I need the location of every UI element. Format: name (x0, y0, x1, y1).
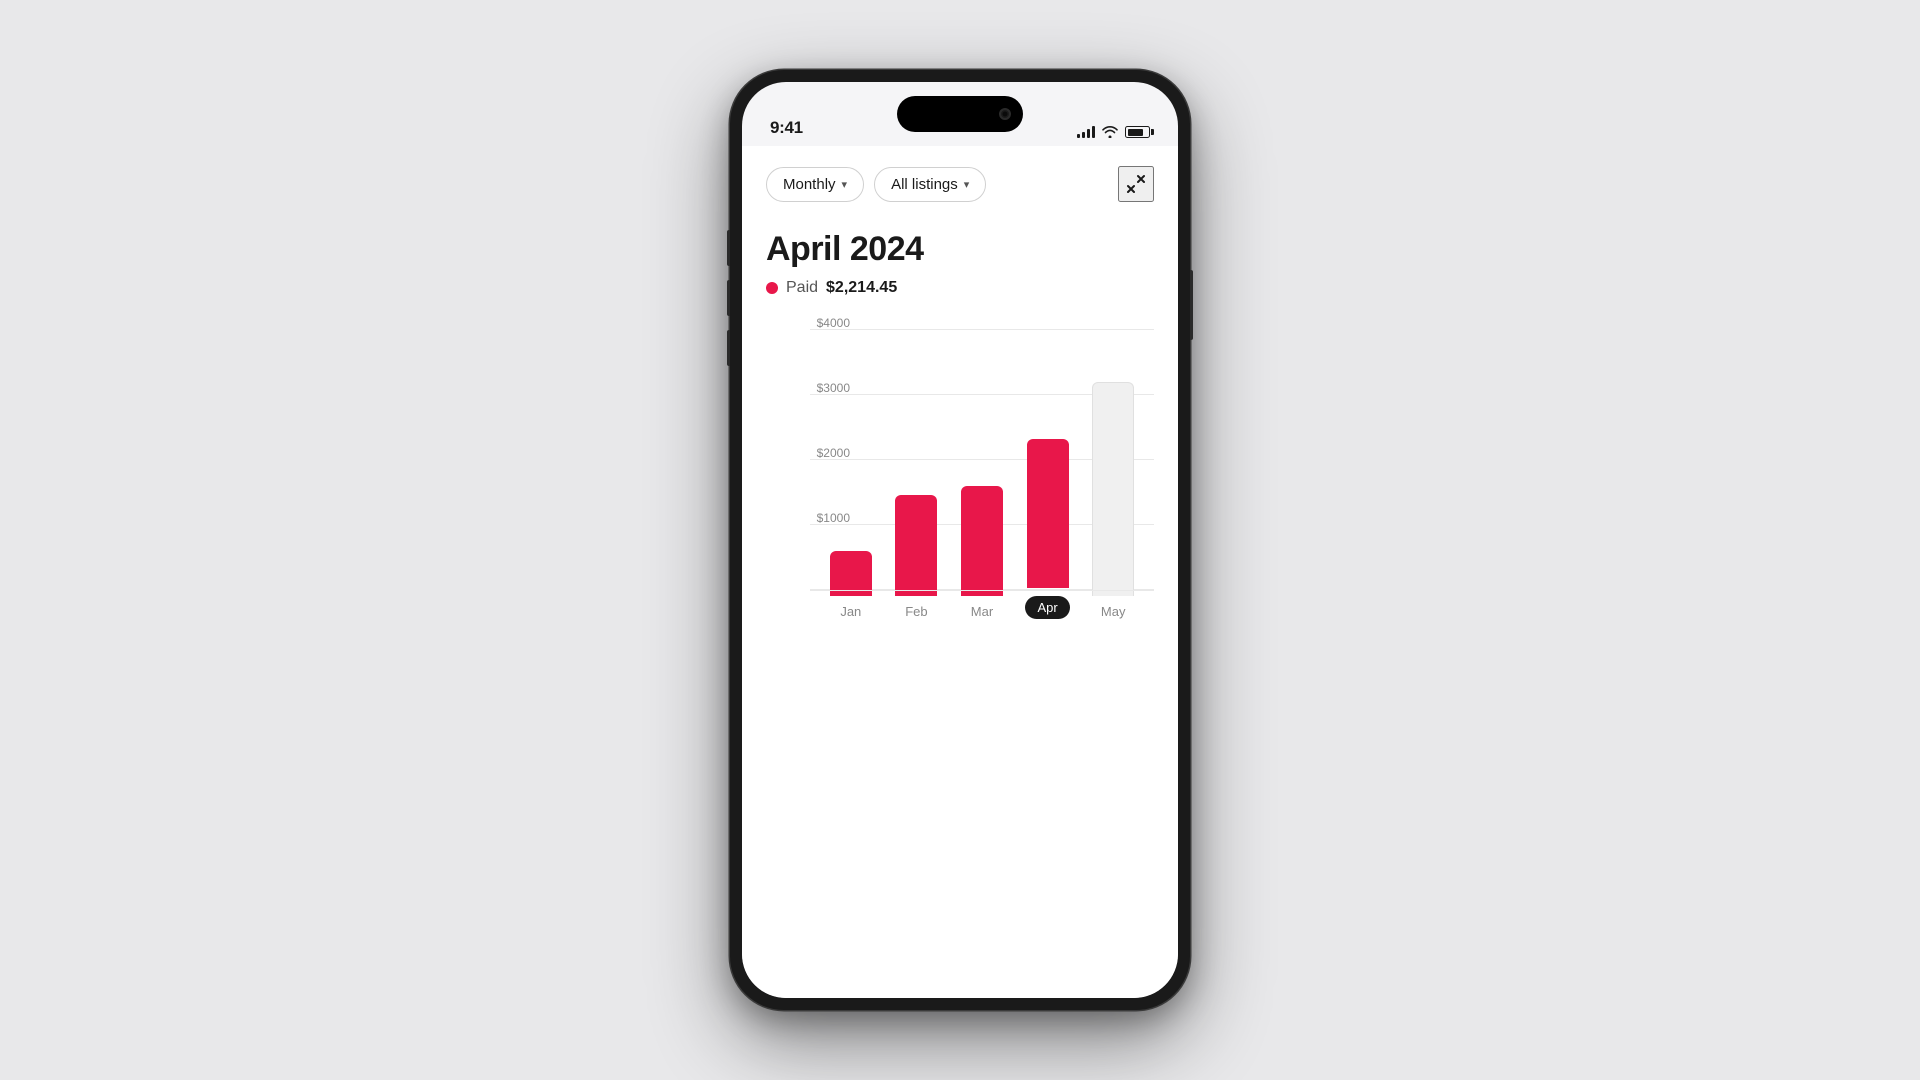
listings-filter-button[interactable]: All listings ▾ (874, 167, 986, 202)
paid-label: Paid (786, 279, 818, 297)
paid-dot (766, 282, 778, 294)
bar-group-apr: Apr (1015, 439, 1081, 620)
bar-may[interactable] (1092, 382, 1134, 597)
bar-mar[interactable] (961, 486, 1003, 597)
grid-line-4000: $4000 (810, 329, 1154, 330)
status-icons (1077, 126, 1150, 138)
chart-grid: $4000 $3000 $2000 $1000 $0 (766, 329, 1154, 619)
bar-apr[interactable] (1027, 439, 1069, 589)
collapse-icon (1126, 174, 1146, 194)
listings-chevron-icon: ▾ (964, 178, 970, 191)
paid-amount: $2,214.45 (826, 279, 897, 297)
bar-label-jan: Jan (840, 604, 861, 619)
dynamic-island (897, 96, 1023, 132)
battery-icon (1125, 126, 1150, 138)
signal-icon (1077, 126, 1095, 138)
collapse-button[interactable] (1118, 166, 1154, 202)
bar-group-feb: Feb (884, 495, 950, 619)
bars-container: Jan Feb Mar (810, 359, 1154, 619)
filter-buttons: Monthly ▾ All listings ▾ (766, 167, 986, 202)
bar-label-mar: Mar (971, 604, 993, 619)
front-camera (999, 108, 1011, 120)
x-axis (810, 590, 1154, 591)
bar-label-may: May (1101, 604, 1126, 619)
content-area: Monthly ▾ All listings ▾ April 2024 (742, 146, 1178, 998)
paid-row: Paid $2,214.45 (766, 279, 1154, 297)
period-chevron-icon: ▾ (842, 178, 848, 191)
filter-row: Monthly ▾ All listings ▾ (766, 166, 1154, 202)
month-title: April 2024 (766, 230, 1154, 269)
bar-group-may: May (1080, 382, 1146, 620)
status-time: 9:41 (770, 118, 803, 138)
phone-screen: 9:41 (742, 82, 1178, 998)
listings-filter-label: All listings (891, 176, 958, 193)
bar-group-jan: Jan (818, 551, 884, 620)
period-filter-label: Monthly (783, 176, 836, 193)
phone-wrapper: 9:41 (730, 70, 1190, 1010)
chart-area: $4000 $3000 $2000 $1000 $0 (766, 329, 1154, 619)
grid-label-4000: $4000 (810, 316, 850, 330)
battery-fill (1128, 129, 1143, 136)
bar-feb[interactable] (895, 495, 937, 596)
wifi-icon (1102, 126, 1118, 138)
bar-group-mar: Mar (949, 486, 1015, 620)
bar-label-feb: Feb (905, 604, 927, 619)
period-filter-button[interactable]: Monthly ▾ (766, 167, 864, 202)
bar-label-apr[interactable]: Apr (1025, 596, 1069, 619)
